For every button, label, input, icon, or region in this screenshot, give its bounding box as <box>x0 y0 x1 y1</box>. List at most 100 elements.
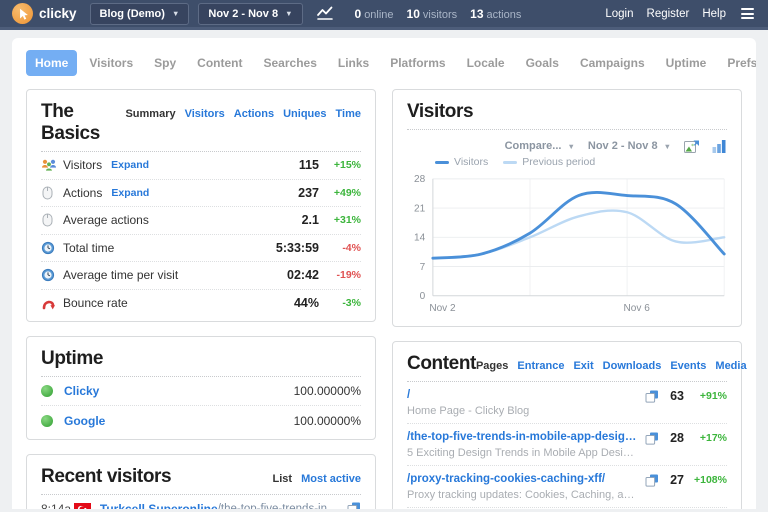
visitors-chart-title: Visitors <box>407 101 473 123</box>
metric-change: -4% <box>319 242 361 254</box>
svg-text:Nov 2: Nov 2 <box>429 303 456 314</box>
tab-goals[interactable]: Goals <box>517 50 568 76</box>
legend-item-previous-period: Previous period <box>503 156 595 168</box>
metric-row-total-time: Total time 5:33:59 -4% <box>41 235 361 263</box>
content-tab-pages[interactable]: Pages <box>476 360 508 372</box>
metric-change: -19% <box>319 269 361 281</box>
basics-tab-summary[interactable]: Summary <box>125 108 175 120</box>
basics-title: The Basics <box>41 101 125 145</box>
svg-text:21: 21 <box>414 203 426 214</box>
page-count: 28 <box>666 431 684 445</box>
tab-campaigns[interactable]: Campaigns <box>571 50 654 76</box>
svg-text:14: 14 <box>414 233 426 244</box>
hamburger-menu-icon[interactable] <box>739 6 756 21</box>
metric-row-average-time: Average time per visit 02:42 -19% <box>41 262 361 290</box>
chevron-down-icon: ▼ <box>567 142 574 151</box>
page-count: 63 <box>666 389 684 403</box>
content-tab-events[interactable]: Events <box>670 360 706 372</box>
compare-dropdown[interactable]: Compare... ▼ <box>505 140 575 152</box>
uptime-value: 100.00000% <box>294 384 361 398</box>
uptime-link-clicky[interactable]: Clicky <box>64 384 99 398</box>
content-row: /proxy-tracking-cookies-caching-xff/ Pro… <box>407 466 727 508</box>
recent-tab-most-active[interactable]: Most active <box>301 473 361 485</box>
basics-tab-time[interactable]: Time <box>336 108 361 120</box>
site-selector-dropdown[interactable]: Blog (Demo) ▼ <box>90 3 190 25</box>
site-selector-label: Blog (Demo) <box>100 8 165 20</box>
basics-tab-actions[interactable]: Actions <box>234 108 274 120</box>
visit-time: 8:14a <box>41 502 74 509</box>
basics-tab-uniques[interactable]: Uniques <box>283 108 326 120</box>
pages-icon[interactable] <box>645 474 659 487</box>
people-icon <box>41 158 63 172</box>
metric-value: 02:42 <box>287 268 319 282</box>
header-links: Login Register Help <box>605 6 756 21</box>
content-tab-media[interactable]: Media <box>715 360 746 372</box>
visited-page-link[interactable]: /the-top-five-trends-in-mob... <box>218 503 340 509</box>
metric-value: 5:33:59 <box>276 241 319 255</box>
divider <box>407 129 727 130</box>
uptime-panel: Uptime Clicky 100.00000% Google 100.0000… <box>26 336 376 440</box>
visitor-row: 8:14a Turkcell Superonline /the-top-five… <box>41 495 361 509</box>
pages-icon[interactable] <box>347 502 361 509</box>
expand-actions-link[interactable]: Expand <box>111 187 149 199</box>
export-image-icon[interactable] <box>684 140 699 153</box>
tab-platforms[interactable]: Platforms <box>381 50 454 76</box>
login-link[interactable]: Login <box>605 8 633 20</box>
register-link[interactable]: Register <box>647 8 690 20</box>
bounce-arrow-icon <box>41 297 63 310</box>
date-range-dropdown[interactable]: Nov 2 - Nov 8 ▼ <box>198 3 302 25</box>
tab-spy[interactable]: Spy <box>145 50 185 76</box>
page-path-link[interactable]: /proxy-tracking-cookies-caching-xff/ <box>407 473 637 485</box>
recent-visitors-panel: Recent visitors List Most active 8:14a <box>26 454 376 509</box>
help-link[interactable]: Help <box>702 8 726 20</box>
bar-chart-icon[interactable] <box>712 139 727 153</box>
tab-links[interactable]: Links <box>329 50 378 76</box>
legend-label: Visitors <box>454 156 488 168</box>
content-tab-exit[interactable]: Exit <box>573 360 593 372</box>
top-bar: clicky Blog (Demo) ▼ Nov 2 - Nov 8 ▼ 0on… <box>0 0 768 30</box>
tab-prefs[interactable]: Prefs <box>718 50 756 76</box>
pages-icon[interactable] <box>645 390 659 403</box>
visitors-stat: 10visitors <box>407 7 458 21</box>
visitors-chart-panel: Visitors Compare... ▼ Nov 2 - Nov 8 ▼ <box>392 89 742 327</box>
tab-searches[interactable]: Searches <box>255 50 326 76</box>
clock-icon <box>41 268 63 282</box>
trend-chart-icon[interactable] <box>312 3 338 24</box>
tab-home[interactable]: Home <box>26 50 77 76</box>
clicky-logo[interactable]: clicky <box>12 3 77 24</box>
compare-label: Compare... <box>505 140 562 152</box>
tab-visitors[interactable]: Visitors <box>80 50 142 76</box>
metric-value: 115 <box>299 158 319 172</box>
chart-date-label: Nov 2 - Nov 8 <box>588 140 658 152</box>
pages-icon[interactable] <box>645 432 659 445</box>
page-path-link[interactable]: / <box>407 389 637 401</box>
header-stats: 0online 10visitors 13actions <box>355 7 522 21</box>
basics-tab-visitors[interactable]: Visitors <box>185 108 225 120</box>
visitor-org-link[interactable]: Turkcell Superonline <box>100 502 218 509</box>
page-change: +91% <box>691 390 727 402</box>
uptime-link-google[interactable]: Google <box>64 414 105 428</box>
content-tab-downloads[interactable]: Downloads <box>603 360 662 372</box>
content-tab-entrance[interactable]: Entrance <box>517 360 564 372</box>
tab-uptime[interactable]: Uptime <box>657 50 716 76</box>
chart-controls: Compare... ▼ Nov 2 - Nov 8 ▼ <box>407 139 727 153</box>
page-change: +17% <box>691 432 727 444</box>
chevron-down-icon: ▼ <box>172 9 179 18</box>
metric-label: Visitors <box>63 158 102 172</box>
content-title: Content <box>407 353 476 375</box>
legend-dash-1 <box>503 161 517 164</box>
metric-value: 44% <box>294 296 319 310</box>
tab-locale[interactable]: Locale <box>458 50 514 76</box>
recent-tab-list[interactable]: List <box>273 473 293 485</box>
content-row: / Home Page - Clicky Blog 63 +91% <box>407 382 727 424</box>
metric-change: +15% <box>319 159 361 171</box>
uptime-row-clicky: Clicky 100.00000% <box>41 377 361 406</box>
tab-content[interactable]: Content <box>188 50 251 76</box>
expand-visitors-link[interactable]: Expand <box>111 159 149 171</box>
chart-date-dropdown[interactable]: Nov 2 - Nov 8 ▼ <box>588 140 671 152</box>
date-range-label: Nov 2 - Nov 8 <box>208 8 278 20</box>
metric-label: Actions <box>63 186 102 200</box>
metric-label: Total time <box>63 241 114 255</box>
page-path-link[interactable]: /the-top-five-trends-in-mobile-app-desig… <box>407 431 637 443</box>
metric-label: Average time per visit <box>63 268 178 282</box>
